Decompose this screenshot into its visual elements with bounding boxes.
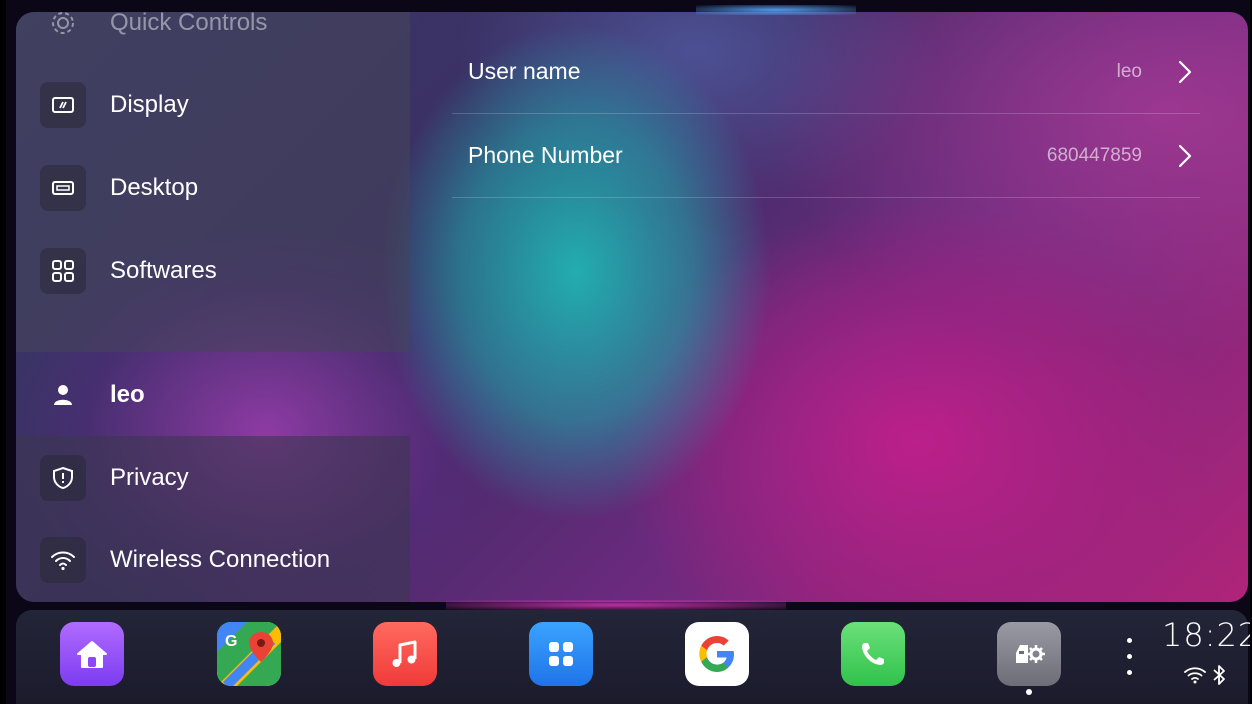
display-icon <box>40 82 86 128</box>
sidebar-item-label: Display <box>110 91 189 118</box>
music-app[interactable] <box>373 622 437 686</box>
status-icons <box>1184 664 1226 686</box>
phone-icon <box>862 643 884 665</box>
maps-app[interactable]: G <box>217 622 281 686</box>
google-icon <box>699 636 734 672</box>
chevron-right-icon <box>1178 60 1192 83</box>
wifi-icon <box>40 537 86 583</box>
home-icon <box>77 641 107 668</box>
sidebar-item-softwares[interactable]: Softwares <box>16 230 410 312</box>
sidebar-item-label: Softwares <box>110 257 217 284</box>
home-app[interactable] <box>60 622 124 686</box>
sidebar-item-label: leo <box>110 381 145 408</box>
app-library[interactable] <box>529 622 593 686</box>
phone-number-row[interactable]: Phone Number 680447859 <box>452 114 1200 198</box>
apps-grid-icon <box>40 248 86 294</box>
sidebar-item-label: Wireless Connection <box>110 546 331 573</box>
sidebar-item-label: Desktop <box>110 174 199 201</box>
sidebar-item-quick-controls[interactable]: Quick Controls <box>16 12 410 64</box>
sidebar-item-display[interactable]: Display <box>16 64 410 146</box>
svg-text:G: G <box>225 633 237 650</box>
row-value: leo <box>1116 60 1142 82</box>
running-indicator <box>1026 689 1032 695</box>
chevron-right-icon <box>1178 144 1192 167</box>
sidebar-item-label: Quick Controls <box>110 12 268 36</box>
sidebar-item-account[interactable]: leo <box>16 354 410 436</box>
shield-icon <box>40 455 86 501</box>
gear-icon <box>40 12 86 46</box>
sidebar-item-privacy[interactable]: Privacy <box>16 437 410 519</box>
car-settings-icon <box>1016 645 1045 663</box>
user-icon <box>40 372 86 418</box>
bluetooth-icon <box>1213 665 1225 685</box>
phone-app[interactable] <box>841 622 905 686</box>
app-dock: G 18:22 <box>16 610 1250 704</box>
app-library-icon <box>549 642 573 666</box>
clock: 18:22 <box>1162 616 1250 654</box>
row-title: Phone Number <box>468 142 623 168</box>
row-title: User name <box>468 58 581 84</box>
sidebar-item-wireless[interactable]: Wireless Connection <box>16 519 410 601</box>
maps-icon: G <box>217 622 281 686</box>
wifi-icon <box>1184 667 1206 684</box>
user-name-row[interactable]: User name leo <box>452 30 1200 114</box>
car-settings-app[interactable] <box>997 622 1061 686</box>
account-detail-list: User name leo Phone Number 680447859 <box>452 30 1200 198</box>
google-app[interactable] <box>685 622 749 686</box>
settings-sidebar: Quick Controls Display Desktop Softwares <box>16 12 410 602</box>
carplay-screen: Quick Controls Display Desktop Softwares <box>6 0 1250 704</box>
sidebar-item-label: Privacy <box>110 464 189 491</box>
row-value: 680447859 <box>1046 144 1142 166</box>
wallpaper: Quick Controls Display Desktop Softwares <box>16 12 1248 602</box>
dock-menu-button[interactable] <box>1126 638 1134 684</box>
sidebar-item-desktop[interactable]: Desktop <box>16 147 410 229</box>
music-icon <box>392 640 417 667</box>
desktop-icon <box>40 165 86 211</box>
